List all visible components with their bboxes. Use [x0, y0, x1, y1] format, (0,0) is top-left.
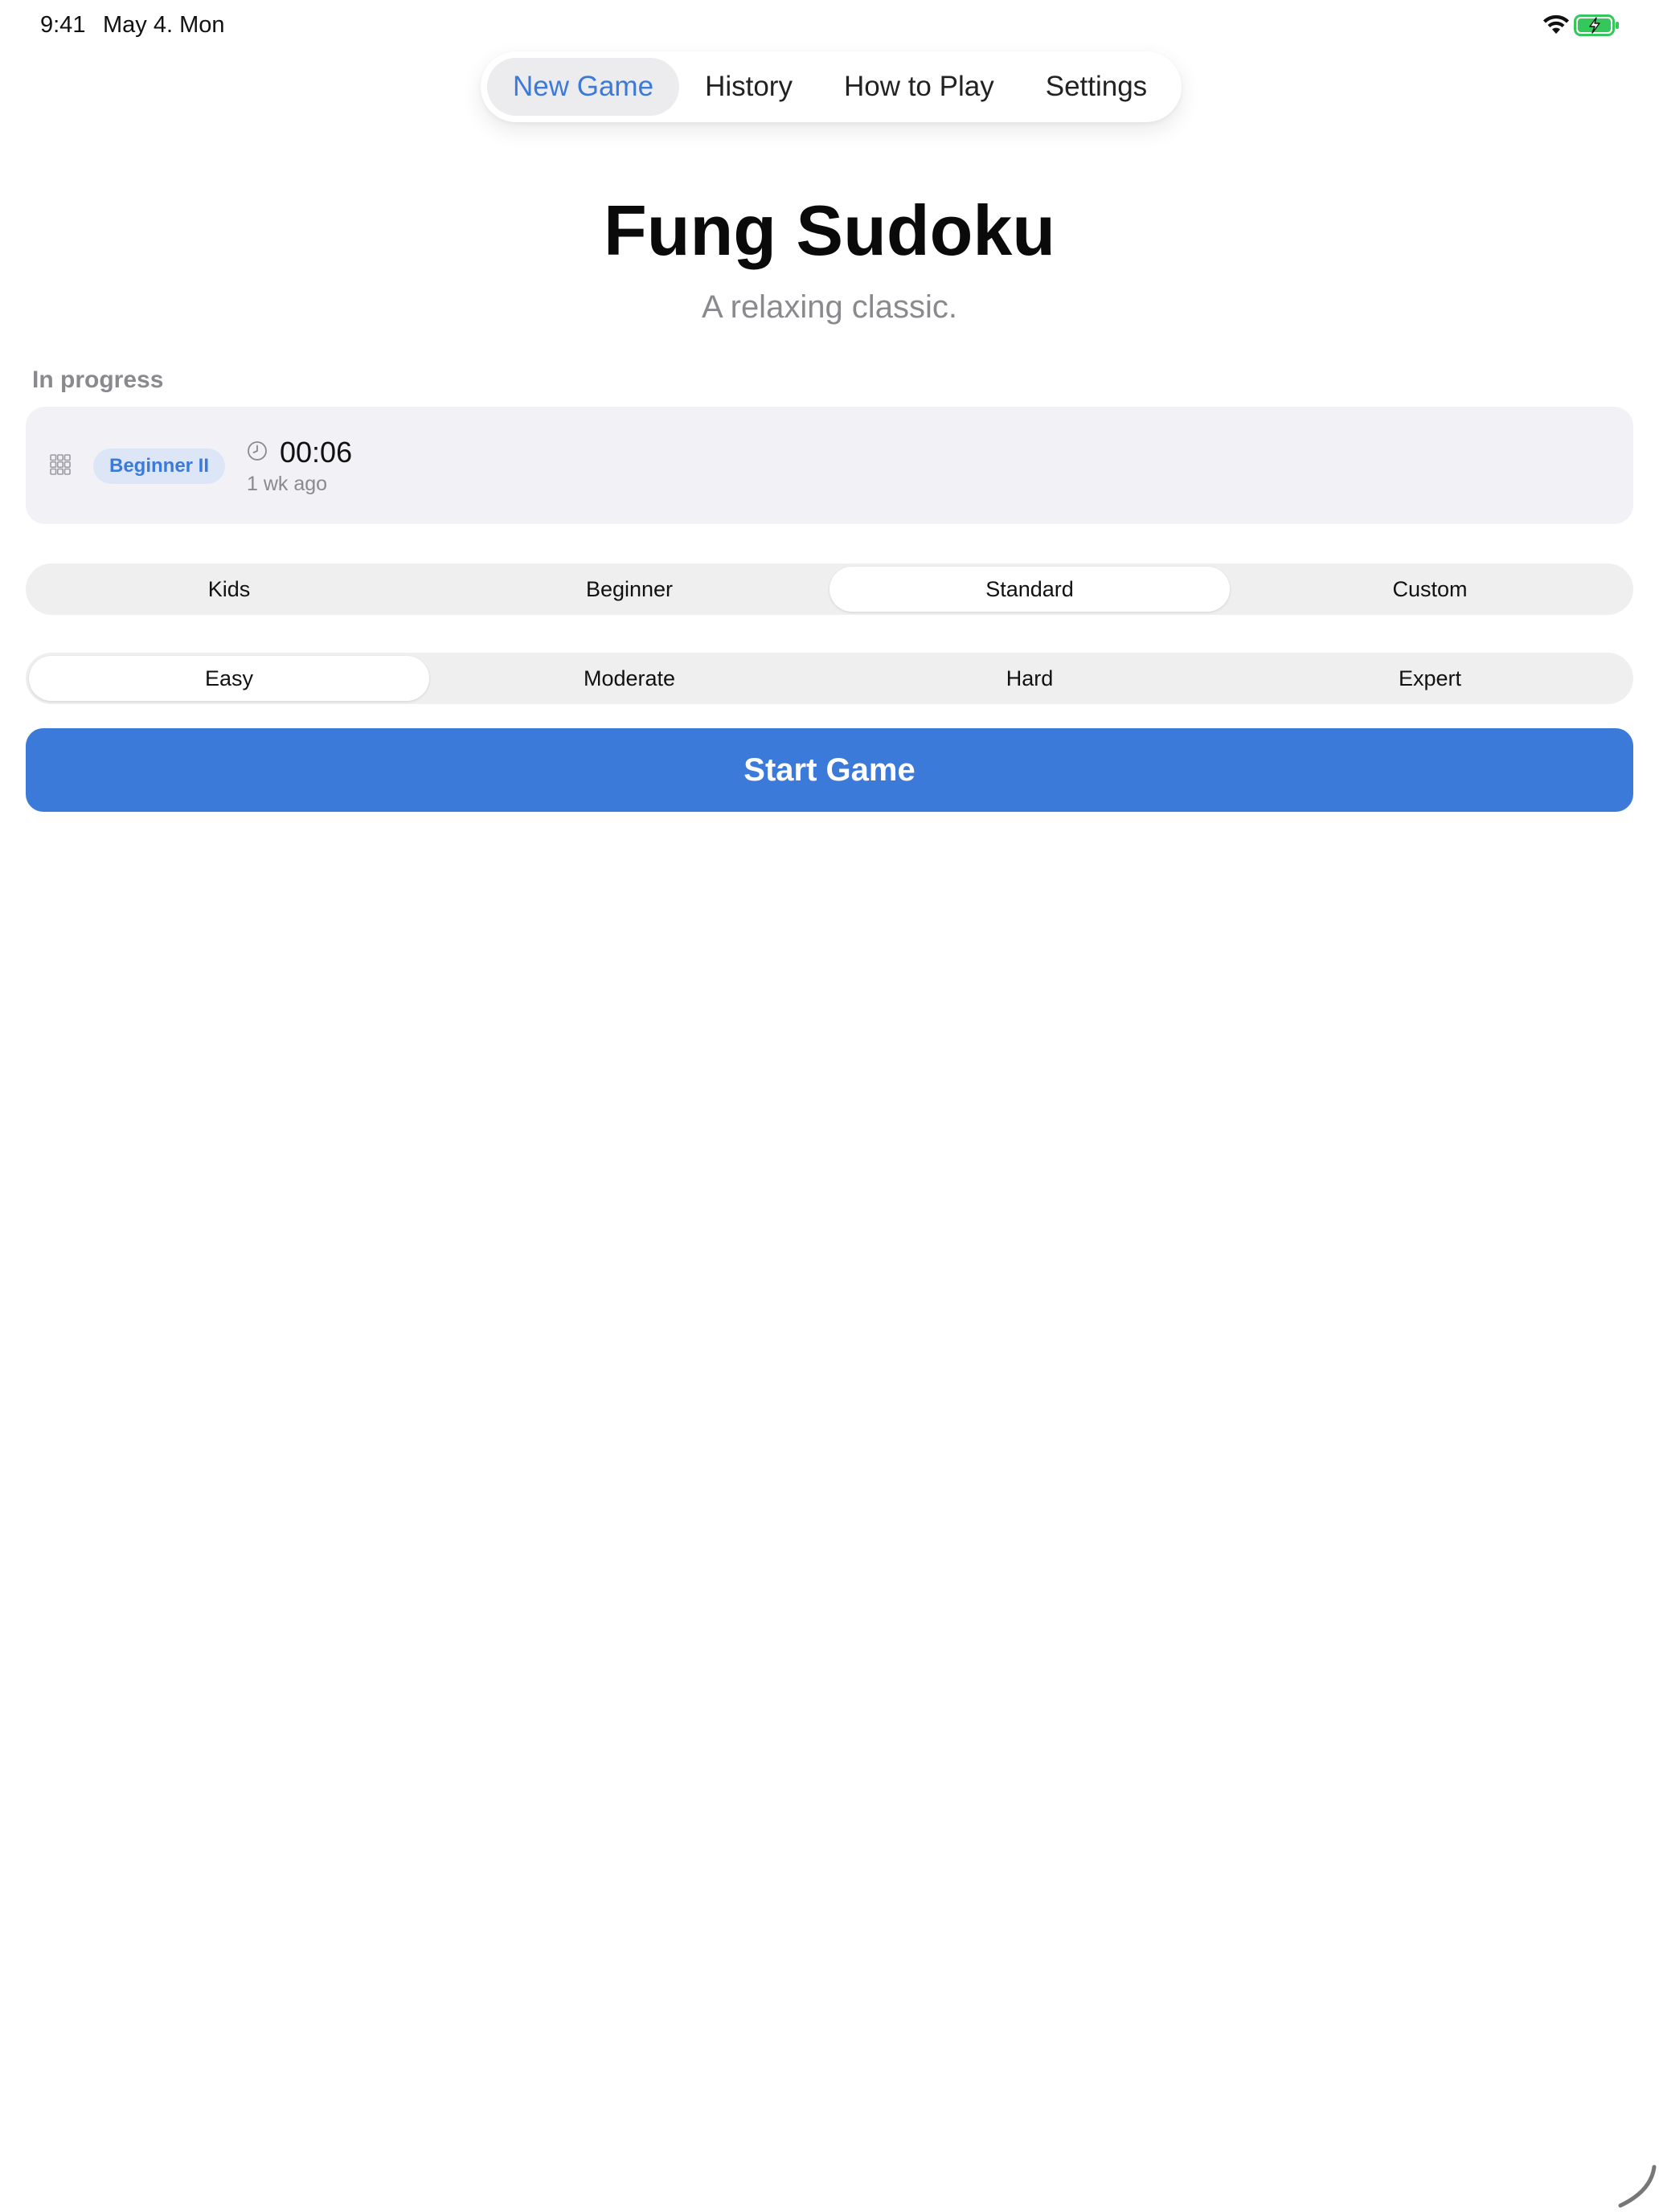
status-date: May 4. Mon — [103, 12, 225, 38]
top-tab-bar: New Game History How to Play Settings — [481, 51, 1182, 122]
wifi-icon — [1543, 14, 1569, 34]
status-time: 9:41 — [40, 12, 86, 38]
mode-selector: Kids Beginner Standard Custom — [26, 563, 1633, 615]
elapsed-time: 00:06 — [280, 436, 353, 469]
tab-how-to-play[interactable]: How to Play — [818, 58, 1020, 116]
difficulty-selector: Easy Moderate Hard Expert — [26, 653, 1633, 704]
app-subtitle: A relaxing classic. — [702, 289, 957, 325]
tab-history[interactable]: History — [679, 58, 818, 116]
grid-icon — [50, 454, 71, 475]
mode-option-kids[interactable]: Kids — [29, 567, 429, 612]
mode-option-standard[interactable]: Standard — [830, 567, 1230, 612]
mode-option-custom[interactable]: Custom — [1230, 567, 1630, 612]
difficulty-option-easy[interactable]: Easy — [29, 656, 429, 701]
status-bar: 9:41 May 4. Mon — [0, 0, 1659, 51]
last-played: 1 wk ago — [247, 473, 328, 495]
mode-option-beginner[interactable]: Beginner — [429, 567, 830, 612]
home-indicator — [1618, 2165, 1657, 2208]
difficulty-option-moderate[interactable]: Moderate — [429, 656, 830, 701]
level-badge: Beginner II — [93, 449, 226, 484]
start-game-button[interactable]: Start Game — [26, 728, 1633, 812]
app-screen: 9:41 May 4. Mon New Game History How to … — [0, 0, 1659, 2212]
clock-icon — [248, 441, 267, 461]
difficulty-option-expert[interactable]: Expert — [1230, 656, 1630, 701]
app-title: Fung Sudoku — [603, 190, 1056, 270]
tab-new-game[interactable]: New Game — [487, 58, 680, 116]
battery-charging-icon — [1574, 14, 1619, 36]
difficulty-option-hard[interactable]: Hard — [830, 656, 1230, 701]
in-progress-game-card[interactable]: Beginner II 00:06 1 wk ago — [26, 407, 1633, 524]
in-progress-label: In progress — [32, 367, 164, 393]
tab-settings[interactable]: Settings — [1020, 58, 1173, 116]
